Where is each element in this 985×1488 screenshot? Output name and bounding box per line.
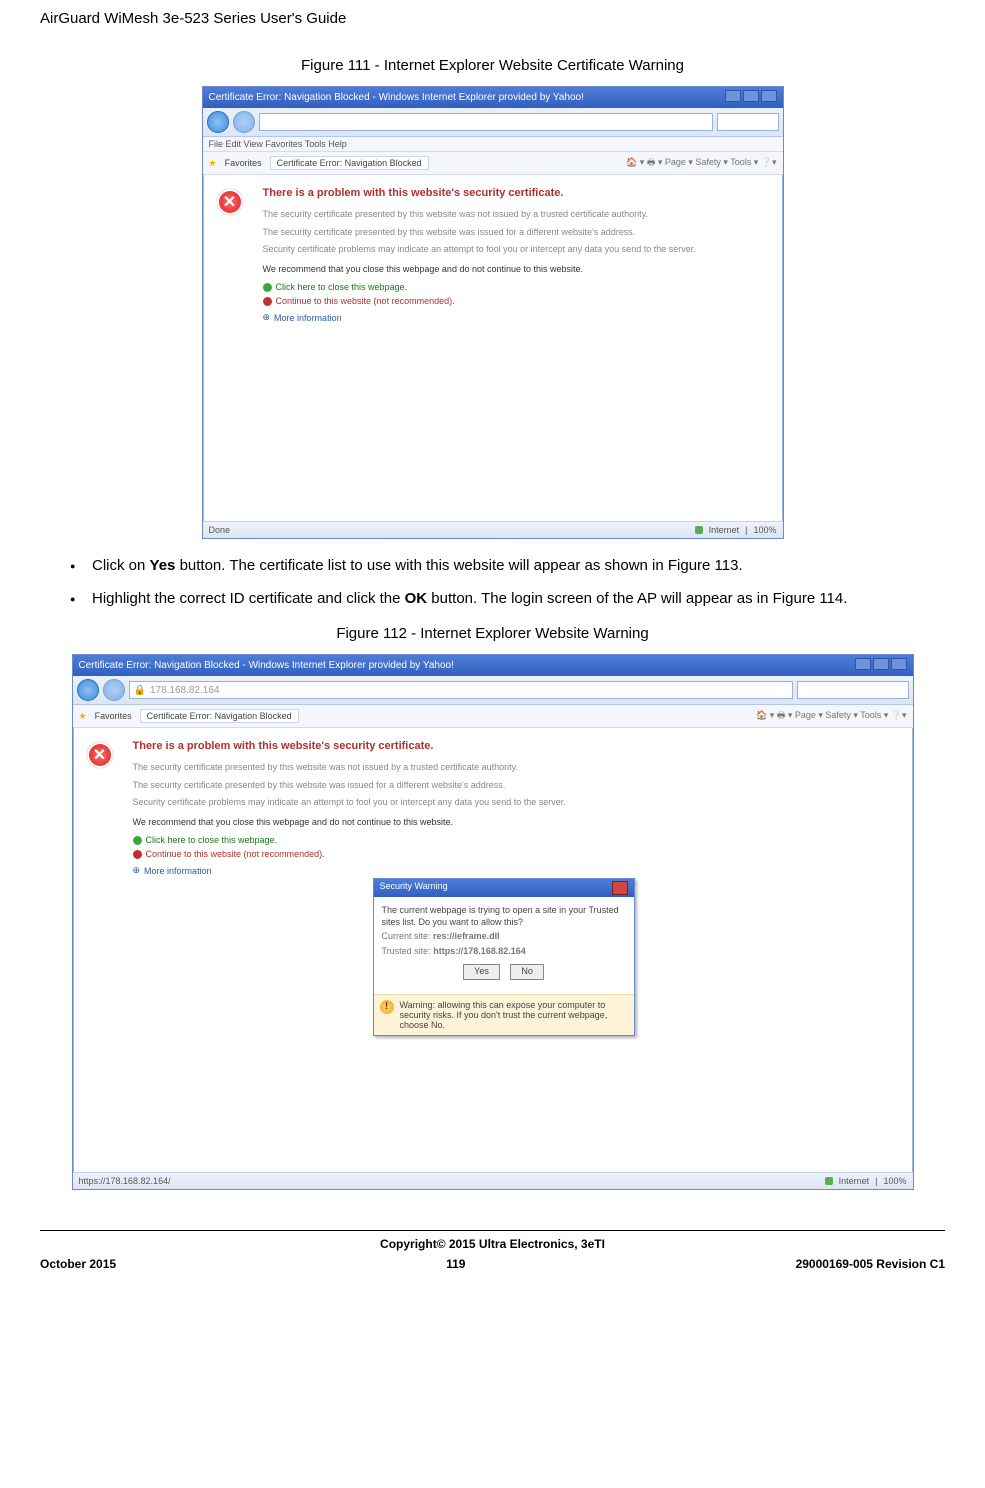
red-dot-icon: [263, 297, 272, 306]
dialog-warning-text: Warning: allowing this can expose your c…: [400, 1000, 628, 1030]
cert-msg-1: The security certificate presented by th…: [263, 209, 743, 221]
status-zone: Internet: [839, 1176, 870, 1186]
shield-error-icon: ✕: [217, 189, 243, 215]
window-title: Certificate Error: Navigation Blocked - …: [209, 92, 584, 103]
search-box[interactable]: [717, 113, 779, 131]
status-text: Done: [209, 525, 231, 535]
zoom-level[interactable]: 100%: [753, 525, 776, 535]
status-zone: Internet: [709, 525, 740, 535]
dialog-titlebar: Security Warning: [374, 879, 634, 897]
warning-icon: !: [380, 1000, 394, 1014]
footer-revision: 29000169-005 Revision C1: [796, 1257, 945, 1271]
status-text: https://178.168.82.164/: [79, 1176, 171, 1186]
cert-recommendation: We recommend that you close this webpage…: [133, 817, 873, 827]
cert-msg-3: Security certificate problems may indica…: [263, 244, 743, 256]
page-content: ✕ There is a problem with this website's…: [73, 728, 913, 1172]
tab-label[interactable]: Certificate Error: Navigation Blocked: [140, 709, 299, 723]
instruction-item-2: Highlight the correct ID certificate and…: [70, 588, 945, 609]
page-content: ✕ There is a problem with this website's…: [203, 175, 783, 521]
tab-label[interactable]: Certificate Error: Navigation Blocked: [270, 156, 429, 170]
dialog-message: The current webpage is trying to open a …: [382, 905, 626, 928]
back-button[interactable]: [207, 111, 229, 133]
internet-zone-icon: [825, 1177, 833, 1185]
internet-zone-icon: [695, 526, 703, 534]
cert-msg-2: The security certificate presented by th…: [263, 227, 743, 239]
expand-icon: ⊕: [133, 865, 141, 876]
security-warning-dialog: Security Warning The current webpage is …: [373, 878, 635, 1035]
back-button[interactable]: [77, 679, 99, 701]
dialog-close-button[interactable]: [612, 881, 628, 895]
cert-msg-1: The security certificate presented by th…: [133, 762, 873, 774]
dialog-warning-strip: ! Warning: allowing this can expose your…: [374, 994, 634, 1035]
footer-date: October 2015: [40, 1257, 116, 1271]
document-header: AirGuard WiMesh 3e-523 Series User's Gui…: [40, 10, 945, 27]
forward-button[interactable]: [233, 111, 255, 133]
figure-111-caption: Figure 111 - Internet Explorer Website C…: [40, 57, 945, 74]
yes-button[interactable]: Yes: [463, 964, 500, 980]
close-page-link[interactable]: Click here to close this webpage.: [133, 835, 873, 845]
favorites-star-icon[interactable]: ★: [209, 158, 217, 169]
cert-error-heading: There is a problem with this website's s…: [263, 187, 743, 199]
dialog-trusted-site: Trusted site: https://178.168.82.164: [382, 946, 626, 958]
footer-separator: [40, 1230, 945, 1231]
cert-msg-3: Security certificate problems may indica…: [133, 797, 873, 809]
status-bar: https://178.168.82.164/ Internet | 100%: [73, 1172, 913, 1189]
more-info-link[interactable]: ⊕More information: [133, 865, 873, 876]
favorites-label[interactable]: Favorites: [95, 711, 132, 721]
status-bar: Done Internet | 100%: [203, 521, 783, 538]
footer-page-number: 119: [446, 1257, 465, 1271]
page-tools[interactable]: 🏠 ▾ 🖶 ▾ Page ▾ Safety ▾ Tools ▾ ❔▾: [756, 708, 906, 724]
dialog-current-site: Current site: res://ieframe.dll: [382, 931, 626, 943]
address-bar[interactable]: [259, 113, 713, 131]
cert-recommendation: We recommend that you close this webpage…: [263, 264, 743, 274]
continue-link[interactable]: Continue to this website (not recommende…: [263, 296, 743, 306]
nav-toolbar: [203, 108, 783, 137]
cert-msg-2: The security certificate presented by th…: [133, 780, 873, 792]
footer-copyright: Copyright© 2015 Ultra Electronics, 3eTI: [40, 1237, 945, 1251]
figure-112-caption: Figure 112 - Internet Explorer Website W…: [40, 625, 945, 642]
address-bar[interactable]: 🔒 178.168.82.164: [129, 681, 793, 699]
search-box[interactable]: [797, 681, 909, 699]
page-tools[interactable]: 🏠 ▾ 🖶 ▾ Page ▾ Safety ▾ Tools ▾ ❔▾: [626, 155, 776, 171]
instruction-list: Click on Yes button. The certificate lis…: [40, 555, 945, 609]
favorites-bar: ★ Favorites Certificate Error: Navigatio…: [203, 152, 783, 175]
green-dot-icon: [263, 283, 272, 292]
menu-bar[interactable]: File Edit View Favorites Tools Help: [203, 137, 783, 152]
red-dot-icon: [133, 850, 142, 859]
window-titlebar: Certificate Error: Navigation Blocked - …: [73, 655, 913, 676]
screenshot-ie-security-dialog: Certificate Error: Navigation Blocked - …: [72, 654, 914, 1190]
forward-button[interactable]: [103, 679, 125, 701]
zoom-level[interactable]: 100%: [883, 1176, 906, 1186]
instruction-item-1: Click on Yes button. The certificate lis…: [70, 555, 945, 576]
continue-link[interactable]: Continue to this website (not recommende…: [133, 849, 873, 859]
expand-icon: ⊕: [263, 312, 271, 323]
shield-error-icon: ✕: [87, 742, 113, 768]
more-info-link[interactable]: ⊕More information: [263, 312, 743, 323]
window-title: Certificate Error: Navigation Blocked - …: [79, 660, 454, 671]
no-button[interactable]: No: [510, 964, 544, 980]
green-dot-icon: [133, 836, 142, 845]
favorites-star-icon[interactable]: ★: [79, 711, 87, 722]
close-page-link[interactable]: Click here to close this webpage.: [263, 282, 743, 292]
dialog-title: Security Warning: [380, 881, 448, 895]
screenshot-ie-cert-warning: Certificate Error: Navigation Blocked - …: [202, 86, 784, 539]
window-controls[interactable]: [853, 658, 907, 673]
favorites-bar: ★ Favorites Certificate Error: Navigatio…: [73, 705, 913, 728]
window-titlebar: Certificate Error: Navigation Blocked - …: [203, 87, 783, 108]
cert-error-heading: There is a problem with this website's s…: [133, 740, 873, 752]
favorites-label[interactable]: Favorites: [225, 158, 262, 168]
nav-toolbar: 🔒 178.168.82.164: [73, 676, 913, 705]
footer-row: October 2015 119 29000169-005 Revision C…: [40, 1257, 945, 1271]
window-controls[interactable]: [723, 90, 777, 105]
